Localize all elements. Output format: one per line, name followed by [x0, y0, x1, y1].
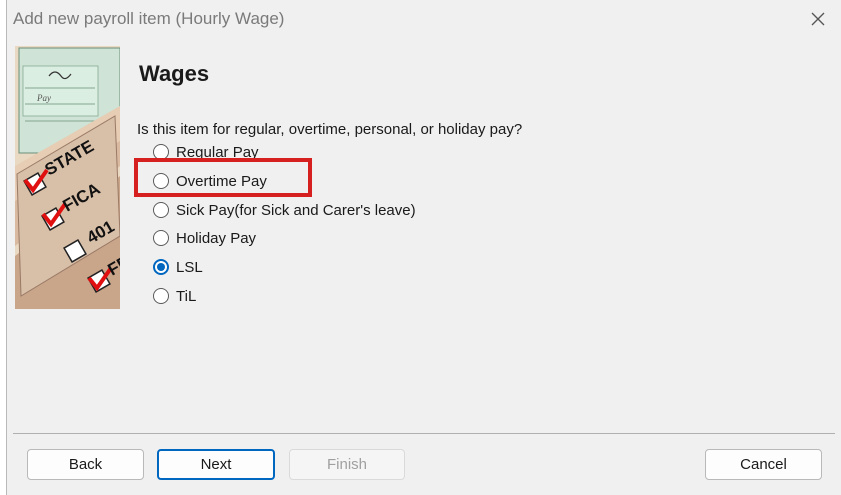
option-label: LSL — [176, 258, 203, 276]
next-button[interactable]: Next — [157, 449, 275, 480]
cancel-button[interactable]: Cancel — [705, 449, 822, 480]
option-label: TiL — [176, 287, 197, 305]
radio-circle[interactable] — [153, 288, 169, 304]
radio-sick-pay[interactable]: Sick Pay(for Sick and Carer's leave) — [153, 199, 416, 221]
svg-text:Pay: Pay — [36, 93, 51, 103]
payroll-item-dialog: Add new payroll item (Hourly Wage) Pay S… — [6, 0, 841, 495]
window-title: Add new payroll item (Hourly Wage) — [13, 9, 285, 28]
radio-circle-selected[interactable] — [153, 259, 169, 275]
close-button[interactable] — [802, 4, 834, 34]
radio-lsl[interactable]: LSL — [153, 256, 203, 278]
back-button[interactable]: Back — [27, 449, 144, 480]
option-label: Holiday Pay — [176, 229, 257, 247]
radio-holiday-pay[interactable]: Holiday Pay — [153, 227, 256, 249]
annotation-highlight-box — [134, 158, 312, 197]
footer-separator — [13, 433, 835, 434]
title-bar: Add new payroll item (Hourly Wage) — [7, 0, 841, 40]
radio-circle[interactable] — [153, 202, 169, 218]
radio-til[interactable]: TiL — [153, 285, 196, 307]
wizard-content: Pay STATE FICA 401 FE Wages Is this item… — [7, 40, 841, 435]
close-icon — [811, 12, 825, 26]
payroll-illustration: Pay STATE FICA 401 FE — [15, 46, 120, 309]
radio-circle[interactable] — [153, 230, 169, 246]
option-label: Sick Pay(for Sick and Carer's leave) — [176, 201, 416, 219]
page-heading: Wages — [139, 61, 210, 86]
pay-type-question: Is this item for regular, overtime, pers… — [137, 121, 523, 138]
finish-button[interactable]: Finish — [289, 449, 405, 480]
